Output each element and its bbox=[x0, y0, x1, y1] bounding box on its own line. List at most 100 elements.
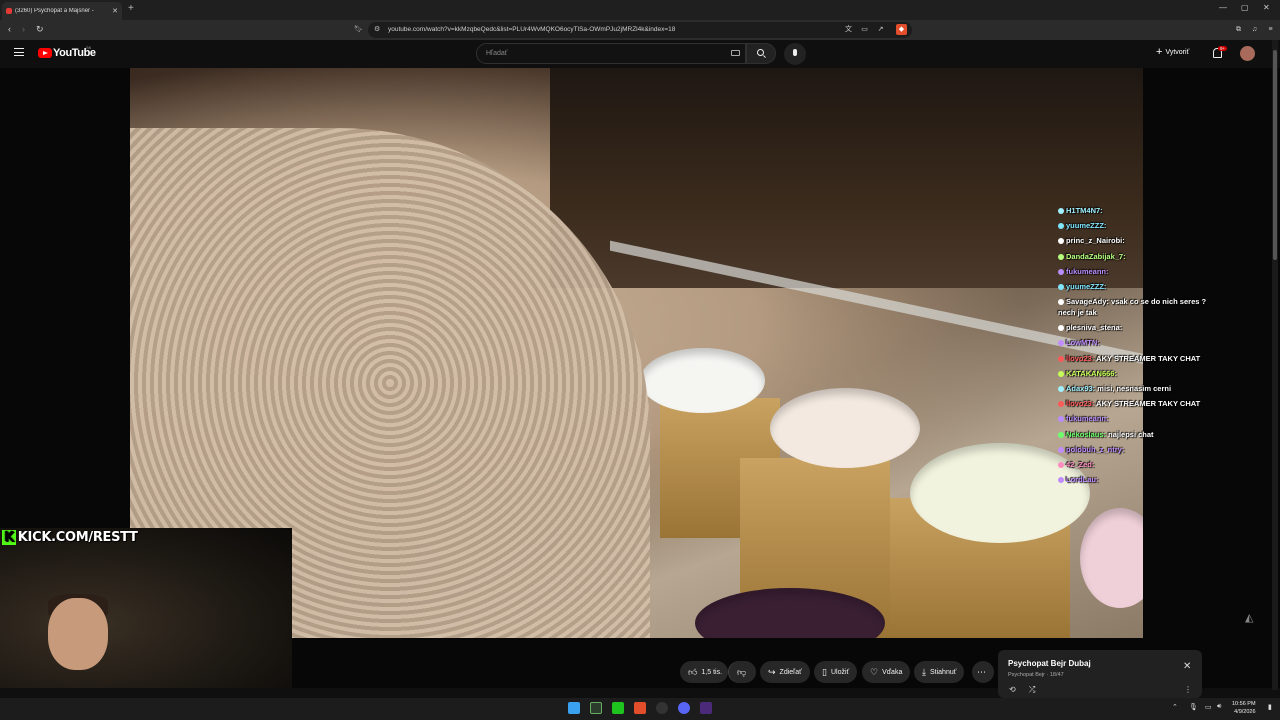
salad-bowl bbox=[770, 388, 920, 468]
network-icon[interactable]: ▭ bbox=[1205, 703, 1212, 711]
address-bar[interactable]: youtube.com/watch?v=kkMzqbeQedc&list=PLU… bbox=[368, 22, 912, 38]
thanks-icon: ♡ bbox=[870, 666, 879, 677]
youtube-logo-icon[interactable] bbox=[38, 48, 52, 58]
chat-username: llovo23: bbox=[1066, 353, 1095, 363]
chat-username: H1TM4N7: bbox=[1066, 206, 1103, 215]
dislike-button[interactable]: 👎︎ bbox=[728, 661, 756, 683]
mic-tray-icon[interactable]: 🎙︎ bbox=[1189, 703, 1198, 711]
browser-tab[interactable]: (3260) Psychopat a Majsner - ✕ bbox=[2, 2, 122, 20]
page-scrollbar[interactable] bbox=[1272, 40, 1278, 690]
salad-bowl bbox=[1080, 508, 1143, 608]
system-clock[interactable]: 10:56 PM 4/9/2026 bbox=[1232, 700, 1256, 716]
site-info-icon[interactable]: ⚙︎ bbox=[374, 25, 380, 33]
chat-username: LowMTN: bbox=[1066, 338, 1100, 348]
cast-icon[interactable]: ▭ bbox=[859, 24, 870, 35]
chat-badge-icon bbox=[1058, 253, 1064, 260]
obs-icon[interactable] bbox=[656, 702, 668, 714]
translate-icon[interactable]: 文 bbox=[843, 24, 854, 35]
close-window-icon[interactable]: ✕ bbox=[1263, 3, 1270, 12]
shuffle-icon[interactable]: ⤮ bbox=[1029, 685, 1035, 695]
back-icon[interactable]: ‹ bbox=[8, 24, 11, 34]
chat-username: fukumeann: bbox=[1066, 266, 1109, 276]
windows-start-icon[interactable] bbox=[568, 702, 580, 714]
plus-icon: + bbox=[1156, 46, 1163, 58]
chat-text: AKY STREAMER TAKY CHAT bbox=[1096, 353, 1201, 363]
save-button[interactable]: ▯ Uložiť bbox=[814, 661, 858, 683]
close-playlist-icon[interactable]: ✕ bbox=[1183, 661, 1191, 672]
scrollbar-thumb[interactable] bbox=[1273, 50, 1277, 260]
forward-icon[interactable]: › bbox=[22, 24, 25, 34]
brave-browser-icon[interactable] bbox=[634, 702, 646, 714]
tab-close-icon[interactable]: ✕ bbox=[112, 7, 118, 15]
discord-icon[interactable] bbox=[678, 702, 690, 714]
volume-icon[interactable]: 🔊︎ bbox=[1217, 703, 1221, 711]
search-placeholder: Hľadať bbox=[486, 50, 508, 57]
chat-message: LowMTN: bbox=[1058, 335, 1218, 350]
bookmark-icon[interactable]: 🔖︎ bbox=[354, 25, 363, 33]
create-button[interactable]: + Vytvoriť bbox=[1156, 46, 1189, 58]
chat-badge-icon bbox=[1058, 299, 1064, 306]
chat-username: plesniva_stena: bbox=[1066, 323, 1123, 333]
tray-chevron-icon[interactable]: ⌃ bbox=[1172, 703, 1178, 711]
like-count: 1,5 tis. bbox=[701, 668, 723, 676]
chat-username: polobuh_z_ntry: bbox=[1066, 444, 1125, 454]
chat-username: LordLau: bbox=[1066, 475, 1099, 485]
loop-icon[interactable]: ⟲ bbox=[1009, 685, 1016, 694]
tab-title: (3260) Psychopat a Majsner - bbox=[15, 8, 94, 14]
streamer-webcam bbox=[0, 528, 292, 688]
kick-url: KICK.COM/RESTT bbox=[17, 530, 138, 545]
thumbs-up-icon: 👍︎ bbox=[688, 666, 698, 677]
salad-bowl bbox=[640, 348, 765, 413]
chat-badge-icon bbox=[1058, 401, 1064, 408]
maximize-icon[interactable]: ▢ bbox=[1241, 3, 1249, 12]
chat-badge-icon bbox=[1058, 446, 1064, 453]
more-actions-button[interactable]: ⋯ bbox=[972, 661, 994, 683]
download-button[interactable]: ⤓ Stiahnuť bbox=[914, 661, 965, 683]
account-avatar[interactable] bbox=[1240, 46, 1255, 61]
url-text: youtube.com/watch?v=kkMzqbeQedc&list=PLU… bbox=[388, 26, 676, 33]
like-button[interactable]: 👍︎ 1,5 tis. bbox=[680, 661, 728, 683]
new-tab-icon[interactable]: + bbox=[128, 3, 134, 14]
share-button[interactable]: ↪ Zdieľať bbox=[760, 661, 810, 683]
chat-message: yuumeZZZ: bbox=[1058, 279, 1218, 294]
chat-message: H1TM4N7: bbox=[1058, 203, 1218, 218]
app-icon[interactable] bbox=[612, 702, 624, 714]
more-icon: ⋯ bbox=[977, 666, 986, 677]
download-icon: ⤓ bbox=[922, 666, 926, 677]
extensions-icon[interactable]: ⧉ bbox=[1233, 24, 1244, 35]
search-input[interactable]: Hľadať bbox=[476, 43, 746, 64]
minimize-icon[interactable]: — bbox=[1219, 3, 1227, 12]
keyboard-icon[interactable] bbox=[731, 50, 740, 56]
country-code: SK bbox=[86, 45, 92, 50]
menu-icon[interactable]: ≡ bbox=[1265, 24, 1276, 35]
brave-shield-icon[interactable]: ◆ bbox=[896, 24, 907, 35]
playlist-menu-icon[interactable]: ⋮ bbox=[1184, 685, 1192, 694]
playlist-title[interactable]: Psychopat Bejr Dubaj bbox=[1008, 659, 1091, 668]
chat-badge-icon bbox=[1058, 325, 1064, 332]
chat-username: SavageAdy: bbox=[1066, 297, 1109, 307]
premiere-icon[interactable] bbox=[700, 702, 712, 714]
guide-menu-icon[interactable] bbox=[14, 48, 24, 56]
share-page-icon[interactable]: ↗ bbox=[875, 24, 886, 35]
download-label: Stiahnuť bbox=[929, 668, 957, 676]
voice-search-icon[interactable] bbox=[784, 43, 806, 65]
notification-center-icon[interactable]: ▮ bbox=[1268, 703, 1272, 711]
chat-message: LordLau: bbox=[1058, 472, 1218, 487]
chat-username: 42_Zed: bbox=[1066, 460, 1095, 470]
thanks-button[interactable]: ♡ Vďaka bbox=[862, 661, 911, 683]
chat-message: fukumeann: bbox=[1058, 411, 1218, 426]
chat-badge-icon bbox=[1058, 284, 1064, 291]
chat-message: llovo23: AKY STREAMER TAKY CHAT bbox=[1058, 351, 1218, 366]
clock-time: 10:56 PM bbox=[1232, 701, 1256, 707]
chat-username: llovo23: bbox=[1066, 399, 1095, 409]
video-player[interactable]: K KICK.COM/RESTT H1TM4N7: yuumeZZZ: princ… bbox=[0, 68, 1280, 688]
save-label: Uložiť bbox=[830, 668, 850, 676]
terminal-icon[interactable] bbox=[590, 702, 602, 714]
chat-text: AKY STREAMER TAKY CHAT bbox=[1096, 399, 1201, 409]
chat-badge-icon bbox=[1058, 416, 1064, 423]
search-icon bbox=[757, 49, 764, 56]
chat-username: KATAKAN666: bbox=[1066, 368, 1117, 378]
reload-icon[interactable]: ↻ bbox=[36, 24, 44, 35]
notification-badge: 9+ bbox=[1218, 46, 1228, 51]
media-icon[interactable]: ♫ bbox=[1249, 24, 1260, 35]
